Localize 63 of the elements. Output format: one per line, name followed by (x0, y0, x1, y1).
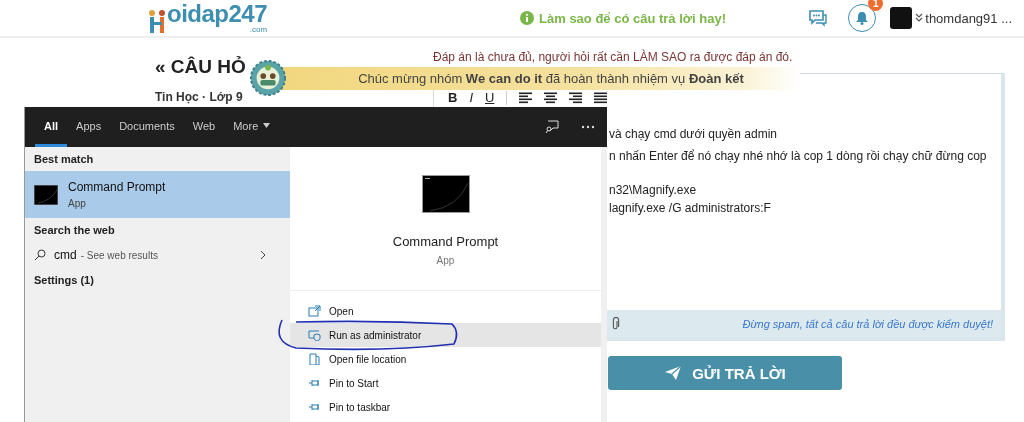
feedback-icon[interactable] (545, 120, 559, 134)
answer-text-line: lagnify.exe /G administrators:F (609, 200, 772, 217)
align-left-icon[interactable] (519, 92, 533, 104)
shield-icon (308, 329, 321, 341)
web-hint: - See web results (80, 249, 158, 261)
submit-button[interactable]: GỬI TRẢ LỜI (608, 356, 842, 390)
search-filter-tab[interactable]: Web (183, 107, 225, 147)
double-chevron-icon[interactable] (915, 13, 924, 23)
action-menu-item[interactable]: Open (290, 299, 601, 323)
action-menu-item[interactable]: Pin to Start (290, 371, 601, 395)
notification-count: 1 (868, 0, 884, 11)
folder-icon (308, 353, 321, 365)
terminal-icon (34, 184, 58, 205)
caret-icon (263, 123, 271, 128)
pin-icon (308, 377, 321, 389)
more-icon[interactable] (581, 125, 595, 129)
answer-hint: Đáp án là chưa đủ, người hỏi rất cần LÀM SAO ra được đáp án đó. (433, 50, 794, 65)
terminal-icon (421, 175, 470, 213)
result-subtitle: App (68, 198, 87, 209)
italic-button[interactable]: I (469, 91, 473, 105)
best-match-heading: Best match (33, 152, 95, 167)
underline-button[interactable]: U (485, 91, 495, 105)
answer-text-line: n nhấn Enter để nó chạy nhé nhớ là cop 1 dòng rồi chạy chữ đừng cop (609, 148, 988, 165)
justify-icon[interactable] (594, 92, 608, 104)
preview-title: Command Prompt (392, 234, 499, 249)
action-menu-item[interactable]: Run as administrator (290, 323, 601, 347)
action-menu-item[interactable]: Pin to taskbar (290, 395, 601, 419)
toast-message: Chúc mừng nhóm We can do it đã hoàn thành nhiệm vụ Đoàn kết (358, 71, 744, 86)
avatar[interactable] (890, 7, 913, 29)
answer-text-line: và chạy cmd dưới quyền admin (609, 126, 778, 143)
username[interactable]: thomdang91 ... (925, 10, 1012, 26)
logo-suffix: .com (249, 24, 268, 34)
search-filter-tab[interactable]: Documents (110, 107, 184, 147)
moderation-note: Đừng spam, tất cả câu trả lời đều được kiểm duyệt! (742, 317, 993, 330)
pin-icon (308, 401, 321, 413)
web-search-item[interactable]: cmd - See web results (25, 242, 290, 268)
web-heading: Search the web (33, 223, 116, 238)
web-query: cmd (54, 248, 77, 262)
search-filter-tab[interactable]: All (35, 107, 68, 147)
team-badge-icon (250, 60, 286, 96)
action-menu-item[interactable]: Open file location (290, 347, 601, 371)
bold-button[interactable]: B (448, 91, 458, 105)
chevron-right-icon (260, 250, 266, 260)
best-match-item[interactable]: Command Prompt App (25, 171, 290, 218)
bell-icon (855, 11, 870, 25)
align-center-icon[interactable] (544, 92, 558, 104)
answer-text-line: n32\Magnify.exe (609, 182, 698, 199)
search-filter-tab[interactable]: More (224, 107, 280, 147)
logo-text[interactable]: oidap247 (167, 2, 268, 25)
align-right-icon[interactable] (569, 92, 583, 104)
chat-icon[interactable] (808, 9, 829, 27)
subject-label: Tin Học · Lớp 9 (155, 90, 243, 104)
open-icon (308, 305, 321, 317)
preview-subtitle: App (436, 255, 455, 266)
settings-heading[interactable]: Settings (1) (25, 268, 290, 292)
search-icon (34, 249, 46, 261)
search-filter-tab[interactable]: Apps (67, 107, 111, 147)
info-icon (520, 11, 535, 25)
result-title: Command Prompt (68, 180, 166, 194)
people-logo-icon[interactable] (147, 7, 167, 34)
paperclip-icon[interactable] (611, 316, 620, 331)
section-title: « CÂU HỎ (155, 56, 246, 78)
send-icon (664, 365, 683, 381)
